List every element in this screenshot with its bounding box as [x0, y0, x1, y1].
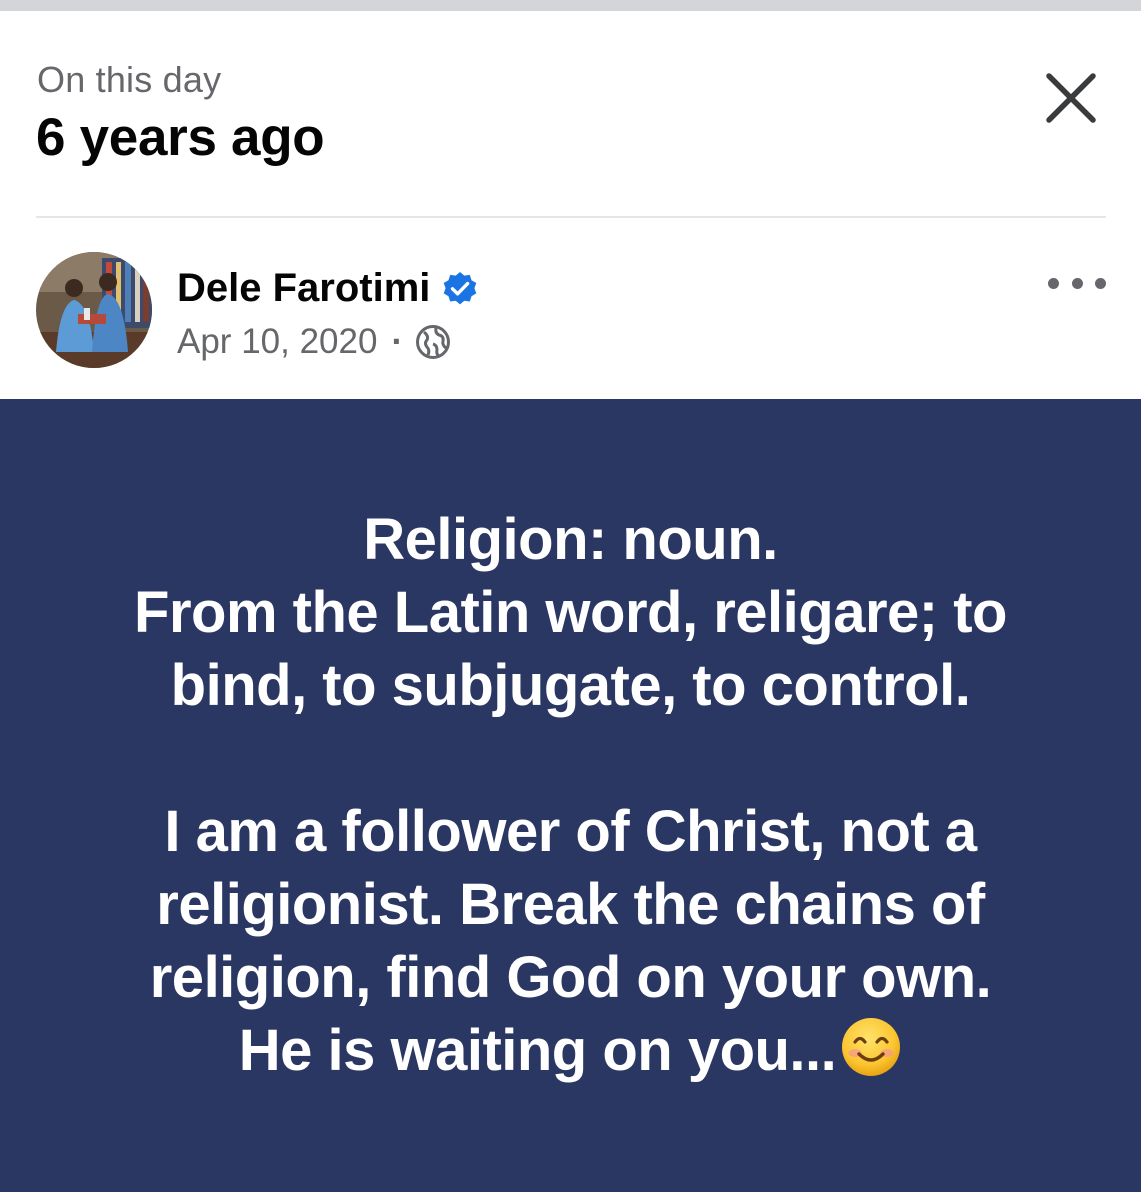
bottom-edge-strip: [0, 1192, 1141, 1200]
top-edge-strip: [0, 0, 1141, 11]
post-header: Dele Farotimi Apr 10, 2020 ·: [0, 218, 1141, 399]
post-line: I am a follower of Christ, not a: [164, 799, 977, 864]
post-line: religionist. Break the chains of: [156, 872, 985, 937]
author-row: Dele Farotimi: [177, 266, 478, 311]
post-line-last: He is waiting on you...: [60, 1014, 1081, 1087]
close-icon: [1046, 73, 1096, 123]
more-options-icon: [1048, 277, 1059, 289]
post-line: religion, find God on your own.: [149, 945, 992, 1010]
post-line: bind, to subjugate, to control.: [170, 653, 971, 718]
post-line: From the Latin word, religare; to: [134, 580, 1007, 645]
post-line-blank: [60, 722, 1081, 795]
author-name[interactable]: Dele Farotimi: [177, 266, 430, 311]
post-date[interactable]: Apr 10, 2020: [177, 322, 377, 362]
close-button[interactable]: [1040, 67, 1102, 129]
post-line: He is waiting on you...: [238, 1018, 837, 1083]
smiling-face-icon: [842, 1018, 901, 1076]
globe-icon: [416, 325, 451, 359]
author-avatar[interactable]: [36, 252, 152, 368]
post-content-card: Religion: noun. From the Latin word, rel…: [0, 399, 1141, 1192]
more-options-button[interactable]: [1048, 268, 1106, 298]
memory-headline: 6 years ago: [36, 108, 325, 167]
meta-separator: ·: [391, 322, 404, 361]
post-text: Religion: noun. From the Latin word, rel…: [60, 503, 1081, 1087]
verified-badge-icon: [444, 271, 477, 304]
post-line: Religion: noun.: [363, 507, 778, 572]
post-meta: Apr 10, 2020 ·: [177, 322, 451, 362]
memory-header: On this day 6 years ago: [0, 11, 1141, 216]
memory-kicker: On this day: [37, 59, 222, 100]
